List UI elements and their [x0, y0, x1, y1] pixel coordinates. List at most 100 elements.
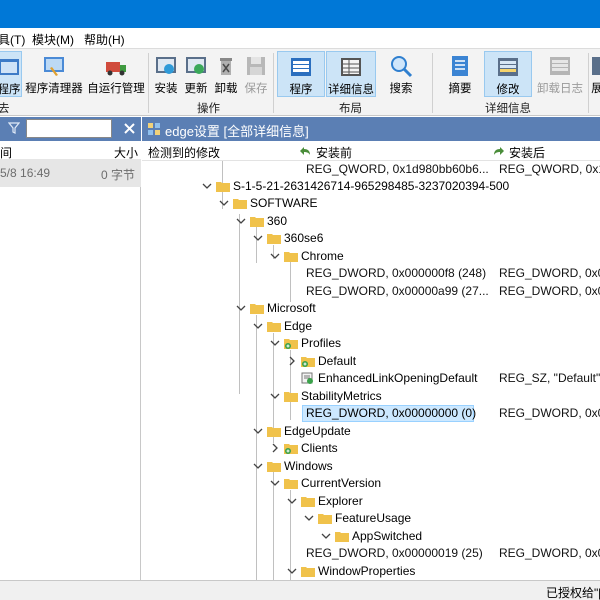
chevron-down-icon[interactable]	[321, 530, 331, 542]
chevron-right-icon[interactable]	[270, 442, 280, 454]
chevron-down-icon[interactable]	[270, 250, 280, 262]
tree-node-edge[interactable]: Edge	[142, 318, 600, 335]
chevron-down-icon[interactable]	[304, 512, 314, 524]
tree-node-clients[interactable]: Clients	[142, 440, 600, 457]
menu-help[interactable]: 帮助(H)	[84, 31, 125, 48]
table-row[interactable]: REG_DWORD, 0x000000f8 (248) REG_DWORD, 0…	[142, 265, 600, 282]
chevron-down-icon[interactable]	[253, 425, 263, 437]
tree-node-label: SOFTWARE	[250, 196, 318, 210]
menu-modules[interactable]: 模块(M)	[32, 31, 74, 48]
chevron-down-icon[interactable]	[270, 390, 280, 402]
column-header-before[interactable]: 安装前	[316, 144, 352, 161]
program-view-button[interactable]: 程序	[277, 51, 325, 97]
chevron-down-icon[interactable]	[219, 197, 229, 209]
chevron-down-icon[interactable]	[270, 477, 280, 489]
undo-arrow-icon	[300, 147, 310, 155]
title-bar[interactable]	[0, 0, 600, 28]
tree-node-enhanced-link-opening-default[interactable]: EnhancedLinkOpeningDefault REG_SZ, "Defa…	[142, 370, 600, 387]
column-header-detected[interactable]: 检测到的修改	[148, 144, 220, 161]
tree-node-label: 360se6	[284, 231, 324, 245]
filter-input[interactable]	[26, 119, 112, 138]
table-row[interactable]: REG_DWORD, 0x00000a99 (27... REG_DWORD, …	[142, 283, 600, 300]
program-icon	[0, 59, 19, 75]
expand-button[interactable]: 展	[590, 51, 600, 97]
folder-icon	[267, 427, 281, 437]
tree-node-label: Profiles	[301, 336, 342, 350]
modify-button[interactable]: 修改	[484, 51, 532, 97]
table-row[interactable]: REG_QWORD, 0x1d980bb60b6... REG_QWORD, 0…	[142, 161, 600, 178]
chevron-down-icon[interactable]	[253, 320, 263, 332]
chevron-down-icon[interactable]	[287, 565, 297, 577]
chevron-down-icon[interactable]	[253, 232, 263, 244]
chevron-down-icon[interactable]	[287, 495, 297, 507]
tree-node-app-switched[interactable]: AppSwitched	[142, 528, 600, 545]
status-text: 已授权给"[	[546, 586, 600, 600]
uninstall-icon	[220, 58, 232, 75]
item-size: 0 字节	[101, 168, 136, 182]
tree-node-label: REG_DWORD, 0x00000000 (0)	[306, 406, 477, 420]
folder-icon	[250, 217, 264, 227]
folder-icon	[267, 234, 281, 244]
tree-node-label: Default	[318, 354, 357, 368]
tree-node-current-version[interactable]: CurrentVersion	[142, 475, 600, 492]
chevron-down-icon[interactable]	[202, 180, 212, 192]
uninstall-log-button[interactable]: 卸载日志	[535, 51, 585, 97]
chevron-down-icon[interactable]	[236, 215, 246, 227]
value-after: REG_DWORD, 0x00	[499, 546, 600, 560]
install-button[interactable]: 安装	[152, 51, 180, 97]
value-after: REG_DWORD, 0x00	[499, 406, 600, 420]
redo-arrow-icon	[494, 147, 504, 155]
tree-node-edge-update[interactable]: EdgeUpdate	[142, 423, 600, 440]
status-bar: 已授权给"[	[0, 580, 600, 600]
tree-node-360[interactable]: 360	[142, 213, 600, 230]
uninstall-log-icon	[550, 57, 570, 75]
summary-icon	[452, 56, 468, 76]
table-row[interactable]: REG_DWORD, 0x00000019 (25) REG_DWORD, 0x…	[142, 545, 600, 562]
autorun-manager-button[interactable]: 自运行管理	[86, 51, 146, 97]
uninstall-button[interactable]: 卸载	[212, 51, 240, 97]
clear-filter-icon[interactable]	[124, 123, 135, 134]
toolbar-separator	[148, 53, 149, 113]
program-view-icon	[291, 58, 311, 76]
tree-node-default[interactable]: Default	[142, 353, 600, 370]
tree-node-explorer[interactable]: Explorer	[142, 493, 600, 510]
value-after: REG_QWORD, 0x1d	[499, 162, 600, 176]
folder-added-icon	[301, 357, 315, 367]
tree-node-software[interactable]: SOFTWARE	[142, 195, 600, 212]
details-header: 检测到的修改 安装前 安装后	[142, 141, 600, 161]
summary-button[interactable]: 摘要	[445, 51, 475, 97]
tree-node-feature-usage[interactable]: FeatureUsage	[142, 510, 600, 527]
program-button[interactable]: 程序	[0, 51, 22, 97]
tree-node-sid[interactable]: S-1-5-21-2631426714-965298485-3237020394…	[142, 178, 600, 195]
folder-icon	[250, 304, 264, 314]
tree-node-windows[interactable]: Windows	[142, 458, 600, 475]
chevron-down-icon[interactable]	[270, 337, 280, 349]
tree-node-microsoft[interactable]: Microsoft	[142, 300, 600, 317]
modify-icon	[498, 58, 518, 76]
value-before: REG_QWORD, 0x1d980bb60b6...	[306, 162, 489, 176]
program-list-pane: 间 大小 5/8 16:49 0 字节	[0, 117, 141, 580]
tree-node-window-properties[interactable]: WindowProperties	[142, 563, 600, 580]
value-after: REG_SZ, "Default"	[499, 371, 600, 385]
tree-node-label: 360	[267, 214, 288, 228]
tree-node-stability-metrics[interactable]: StabilityMetrics	[142, 388, 600, 405]
tree-node-360se6[interactable]: 360se6	[142, 230, 600, 247]
table-row-selected[interactable]: REG_DWORD, 0x00000000 (0) REG_DWORD, 0x0…	[142, 405, 600, 422]
details-view-button[interactable]: 详细信息	[326, 51, 376, 97]
filter-icon[interactable]	[8, 122, 20, 134]
menu-tools[interactable]: 具(T)	[0, 31, 25, 48]
tree-node-profiles[interactable]: Profiles	[142, 335, 600, 352]
save-button[interactable]: 保存	[242, 51, 270, 97]
tree-node-label: EnhancedLinkOpeningDefault	[318, 371, 478, 385]
list-item[interactable]: 5/8 16:49 0 字节	[0, 159, 141, 187]
program-cleaner-button[interactable]: 程序清理器	[24, 51, 84, 97]
tree-node-chrome[interactable]: Chrome	[142, 248, 600, 265]
tree-node-label: StabilityMetrics	[301, 389, 382, 403]
chevron-down-icon[interactable]	[236, 302, 246, 314]
chevron-down-icon[interactable]	[253, 460, 263, 472]
update-button[interactable]: 更新	[182, 51, 210, 97]
column-header-after[interactable]: 安装后	[509, 144, 545, 161]
chevron-right-icon[interactable]	[287, 355, 297, 367]
folder-icon	[267, 462, 281, 472]
search-button[interactable]: 搜索	[385, 51, 417, 97]
